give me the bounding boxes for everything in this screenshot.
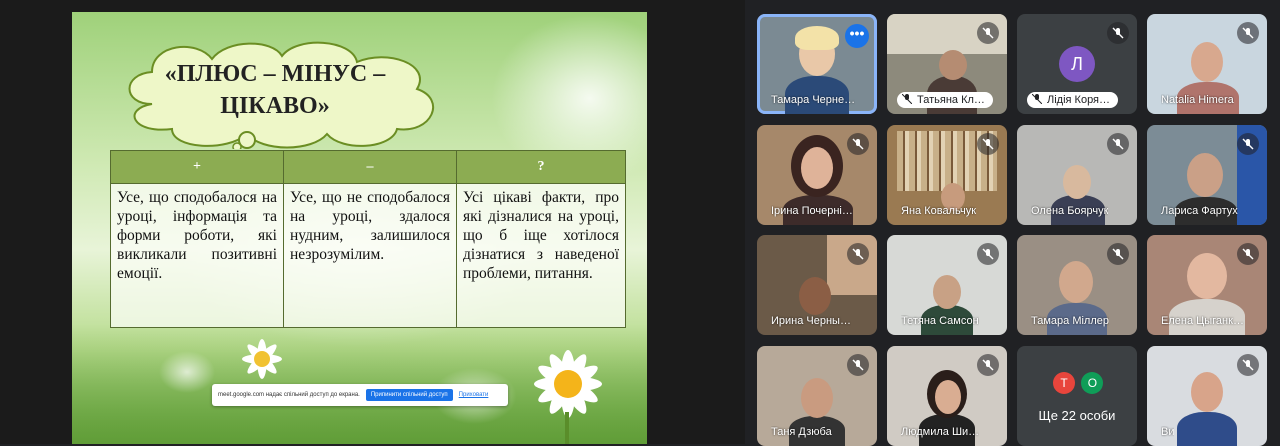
presentation-stage: «ПЛЮС – МІНУС – ЦІКАВО» + – ? Усе, що сп… <box>0 0 745 444</box>
more-participants-tile[interactable]: Т О Ще 22 особи <box>1017 346 1137 446</box>
mic-off-icon <box>977 354 999 376</box>
plus-column-header: + <box>110 150 284 184</box>
participant-name: Лариса Фартух <box>1161 205 1238 217</box>
presentation-slide: «ПЛЮС – МІНУС – ЦІКАВО» + – ? Усе, що сп… <box>72 12 647 444</box>
participant-name: Людмила Ши… <box>901 426 980 438</box>
mic-off-icon <box>977 133 999 155</box>
more-options-icon[interactable]: ••• <box>845 24 869 48</box>
mic-off-icon <box>1237 133 1259 155</box>
more-participants-avatars: Т О <box>1053 372 1105 394</box>
more-participants-count: Ще 22 особи <box>1038 408 1116 423</box>
daisy-decoration <box>534 350 602 444</box>
participant-name: Ирина Черны… <box>771 315 851 327</box>
participant-tile[interactable]: Яна Ковальчук <box>887 125 1007 225</box>
question-column-header: ? <box>456 150 626 184</box>
participant-tile[interactable]: Natalia Himera <box>1147 14 1267 114</box>
participant-tile[interactable]: Людмила Ши… <box>887 346 1007 446</box>
minus-column-header: – <box>283 150 457 184</box>
participant-name: Natalia Himera <box>1161 94 1234 106</box>
mic-off-icon <box>1107 133 1129 155</box>
mic-off-small-icon <box>902 94 912 104</box>
participant-name: Олена Боярчук <box>1031 205 1109 217</box>
participant-tile[interactable]: Елена Цыганк… <box>1147 235 1267 335</box>
share-message: meet.google.com надає спільний доступ до… <box>218 392 360 398</box>
participant-name: Таня Дзюба <box>771 426 832 438</box>
slide-title: «ПЛЮС – МІНУС – ЦІКАВО» <box>164 61 386 119</box>
participant-tile-self[interactable]: Ви <box>1147 346 1267 446</box>
participant-name: Тамара Черне… <box>771 94 856 106</box>
avatar: Л <box>1059 46 1095 82</box>
participant-tile[interactable]: Олена Боярчук <box>1017 125 1137 225</box>
participant-name: Тетяна Самсон <box>901 315 979 327</box>
question-column-text: Усі цікаві факти, про які дізналися на у… <box>456 183 626 328</box>
plus-column-text: Усе, що сподобалося на уроці, інформація… <box>110 183 284 328</box>
mic-off-icon <box>1107 243 1129 265</box>
mic-off-icon <box>977 22 999 44</box>
mic-off-icon <box>847 133 869 155</box>
mic-off-icon <box>1237 243 1259 265</box>
participant-name: Яна Ковальчук <box>901 205 977 217</box>
participant-name: Ви <box>1161 426 1175 438</box>
mic-off-icon <box>847 243 869 265</box>
stop-sharing-button[interactable]: Припинити спільний доступ <box>365 389 453 401</box>
participant-tile[interactable]: ••• Тамара Черне… <box>757 14 877 114</box>
mic-off-icon <box>1107 22 1129 44</box>
participant-tile[interactable]: Ирина Черны… <box>757 235 877 335</box>
participant-tile[interactable]: Лариса Фартух <box>1147 125 1267 225</box>
hide-bar-link[interactable]: Приховати <box>459 392 489 398</box>
minus-column-text: Усе, що не сподобалося на уроці, здалося… <box>283 183 457 328</box>
mic-off-small-icon <box>1032 94 1042 104</box>
participant-name: Ірина Почерні… <box>771 205 853 217</box>
mic-off-icon <box>847 354 869 376</box>
participant-tile[interactable]: Л Лідія Коря… <box>1017 14 1137 114</box>
plus-minus-table: + – ? Усе, що сподобалося на уроці, інфо… <box>110 150 626 328</box>
mic-off-icon <box>1237 354 1259 376</box>
participant-name: Елена Цыганк… <box>1161 315 1244 327</box>
avatar: О <box>1081 372 1104 394</box>
avatar: Т <box>1053 372 1075 394</box>
mic-off-icon <box>1237 22 1259 44</box>
participant-tile[interactable]: Ірина Почерні… <box>757 125 877 225</box>
participant-tile[interactable]: Тамара Міллер <box>1017 235 1137 335</box>
participant-name: Тамара Міллер <box>1031 315 1109 327</box>
participant-tile[interactable]: Таня Дзюба <box>757 346 877 446</box>
mic-off-icon <box>977 243 999 265</box>
participant-tile[interactable]: Татьяна Кл… <box>887 14 1007 114</box>
screen-share-bar: meet.google.com надає спільний доступ до… <box>212 384 508 406</box>
participant-tile[interactable]: Тетяна Самсон <box>887 235 1007 335</box>
